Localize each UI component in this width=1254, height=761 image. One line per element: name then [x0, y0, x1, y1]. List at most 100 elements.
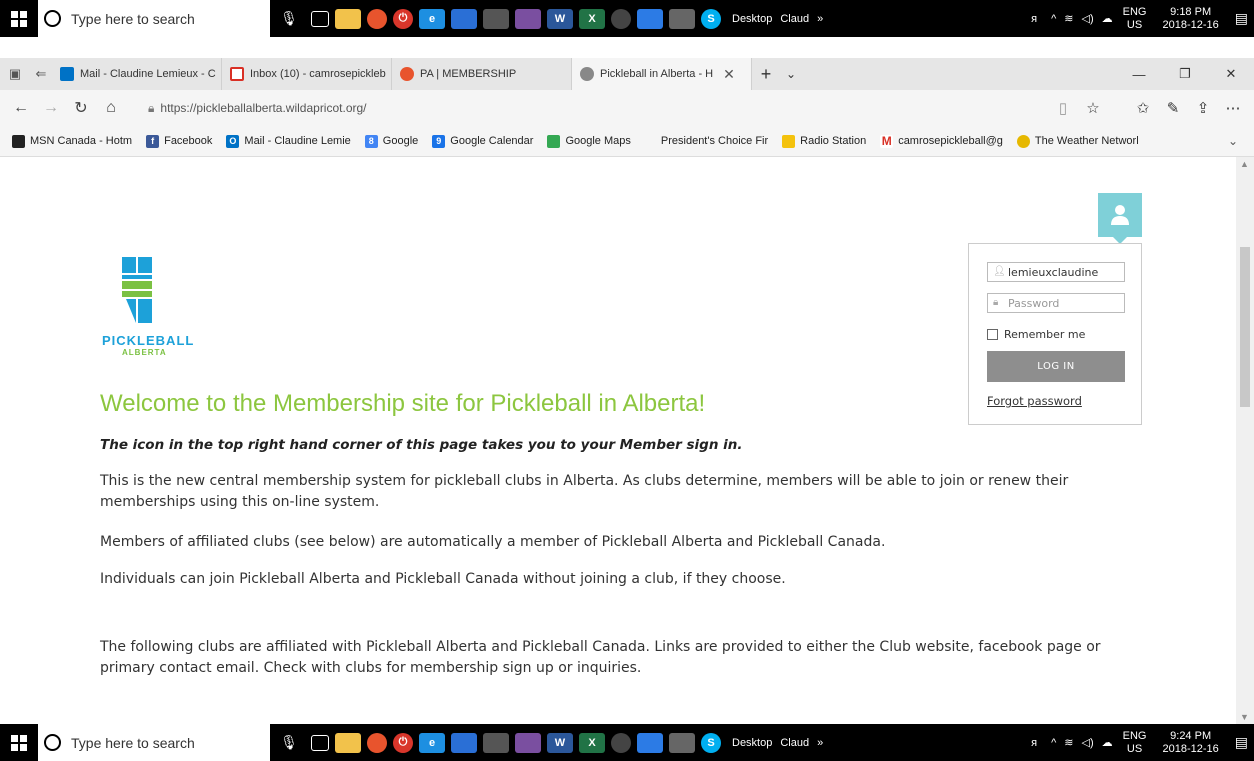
power-app-icon[interactable]: ⏻	[393, 732, 413, 753]
media-player-icon[interactable]	[611, 732, 631, 753]
forward-icon[interactable]: →	[36, 99, 66, 117]
file-explorer-icon[interactable]	[335, 732, 361, 753]
fav-google-calendar[interactable]: 9 Google Calendar	[432, 134, 533, 148]
close-window-icon[interactable]: ✕	[1208, 58, 1254, 90]
scroll-up-icon[interactable]: ▲	[1240, 159, 1249, 169]
remember-me[interactable]: Remember me	[987, 328, 1085, 341]
taskbar-clock[interactable]: 9:24 PM 2018-12-16	[1162, 730, 1218, 756]
scroll-down-icon[interactable]: ▼	[1240, 712, 1249, 722]
page-scrollbar[interactable]: ▲ ▼	[1236, 157, 1254, 724]
share-icon[interactable]: ⇪	[1188, 99, 1218, 117]
tab-preview-chevron-icon[interactable]: ⌄	[780, 67, 802, 81]
windows-start-button[interactable]	[0, 724, 38, 761]
tab-mail[interactable]: Mail - Claudine Lemieux - C	[52, 58, 222, 90]
task-view-icon[interactable]	[311, 10, 329, 27]
minimize-icon[interactable]: —	[1116, 58, 1162, 90]
fav-radio-station[interactable]: Radio Station	[782, 134, 866, 148]
desktop-toolbar-label[interactable]: Desktop	[732, 737, 772, 749]
cloud-icon[interactable]: ☁	[1102, 736, 1113, 749]
app-icon[interactable]	[637, 732, 663, 753]
language-indicator[interactable]: ENG US	[1123, 730, 1147, 756]
home-icon[interactable]: ⌂	[96, 99, 126, 117]
volume-icon[interactable]: ◁)	[1082, 736, 1094, 749]
fav-presidents-choice[interactable]: President's Choice Fir	[661, 135, 768, 147]
fav-google[interactable]: 8 Google	[364, 134, 418, 148]
chevron-up-icon[interactable]: ^	[1051, 737, 1056, 749]
taskbar-search-box[interactable]: Type here to search	[38, 0, 270, 37]
fav-facebook[interactable]: f Facebook	[146, 134, 212, 148]
taskbar-search-box[interactable]: Type here to search	[38, 724, 270, 761]
volume-icon[interactable]: ◁)	[1082, 12, 1094, 25]
url-field[interactable]: 🔒︎ https://pickleballalberta.wildapricot…	[148, 95, 948, 121]
word-icon[interactable]: W	[547, 8, 573, 29]
favorites-hub-icon[interactable]: ✩	[1128, 99, 1158, 117]
chrome-icon[interactable]	[367, 8, 387, 29]
edge-icon[interactable]: e	[419, 8, 445, 29]
tab-pickleball-alberta[interactable]: Pickleball in Alberta - H ✕	[572, 58, 752, 90]
hat-app-icon[interactable]	[669, 8, 695, 29]
favorite-star-icon[interactable]: ☆	[1078, 99, 1108, 117]
store-icon[interactable]	[483, 8, 509, 29]
chrome-icon[interactable]	[367, 732, 387, 753]
language-indicator[interactable]: ENG US	[1123, 6, 1147, 32]
power-app-icon[interactable]: ⏻	[393, 8, 413, 29]
file-explorer-icon[interactable]	[335, 8, 361, 29]
login-button[interactable]: LOG IN	[987, 351, 1125, 382]
more-options-icon[interactable]: ⋯	[1218, 99, 1248, 117]
scrollbar-thumb[interactable]	[1240, 247, 1250, 407]
paint-icon[interactable]	[515, 8, 541, 29]
fav-google-maps[interactable]: Google Maps	[547, 134, 631, 148]
wifi-icon[interactable]: ≋	[1064, 12, 1073, 25]
fav-mail[interactable]: O Mail - Claudine Lemie	[226, 134, 351, 148]
windows-start-button[interactable]	[0, 0, 38, 37]
tab-membership[interactable]: PA | MEMBERSHIP	[392, 58, 572, 90]
notifications-icon[interactable]: ▤	[1235, 10, 1248, 27]
forgot-password-link[interactable]: Forgot password	[987, 394, 1082, 408]
app-icon[interactable]	[637, 8, 663, 29]
username-field[interactable]: 👤︎ lemieuxclaudine	[987, 262, 1125, 282]
toolbar-more[interactable]: »	[817, 13, 823, 25]
member-login-toggle[interactable]	[1098, 193, 1142, 244]
desktop-toolbar-label[interactable]: Desktop	[732, 13, 772, 25]
excel-icon[interactable]: X	[579, 732, 605, 753]
taskbar-clock[interactable]: 9:18 PM 2018-12-16	[1162, 6, 1218, 32]
tab-restore-icon[interactable]: ⇐	[30, 66, 52, 82]
user-toolbar-label[interactable]: Claud	[780, 13, 809, 25]
reading-view-icon[interactable]: ▯	[1048, 99, 1078, 117]
people-icon[interactable]: ᴙ	[1031, 13, 1037, 25]
back-icon[interactable]: ←	[6, 99, 36, 117]
wifi-icon[interactable]: ≋	[1064, 736, 1073, 749]
fav-weather-network[interactable]: The Weather Networl	[1016, 134, 1139, 148]
skype-icon[interactable]: S	[701, 8, 721, 29]
microphone-icon[interactable]: 🎙	[270, 734, 308, 751]
skype-icon[interactable]: S	[701, 732, 721, 753]
restore-icon[interactable]: ❐	[1162, 58, 1208, 90]
fav-msn[interactable]: MSN Canada - Hotm	[12, 134, 132, 148]
hat-app-icon[interactable]	[669, 732, 695, 753]
store-icon[interactable]	[483, 732, 509, 753]
cloud-icon[interactable]: ☁	[1102, 12, 1113, 25]
remember-me-checkbox[interactable]	[987, 329, 998, 340]
calculator-icon[interactable]	[451, 8, 477, 29]
task-view-icon[interactable]	[311, 734, 329, 751]
notifications-icon[interactable]: ▤	[1235, 734, 1248, 751]
fav-camrose-gmail[interactable]: M camrosepickleball@g	[880, 134, 1003, 148]
tab-set-aside-icon[interactable]: ▣	[4, 66, 26, 82]
media-player-icon[interactable]	[611, 8, 631, 29]
refresh-icon[interactable]: ↻	[66, 98, 96, 118]
close-tab-icon[interactable]: ✕	[723, 66, 735, 83]
new-tab-icon[interactable]: +	[752, 64, 780, 85]
toolbar-more[interactable]: »	[817, 737, 823, 749]
tab-inbox[interactable]: Inbox (10) - camrosepickleb	[222, 58, 392, 90]
microphone-icon[interactable]: 🎙	[270, 10, 308, 27]
favorites-chevron-icon[interactable]: ⌄	[1228, 134, 1238, 148]
password-field[interactable]: 🔒︎ Password	[987, 293, 1125, 313]
edge-icon[interactable]: e	[419, 732, 445, 753]
people-icon[interactable]: ᴙ	[1031, 737, 1037, 749]
word-icon[interactable]: W	[547, 732, 573, 753]
pen-icon[interactable]: ✎	[1158, 99, 1188, 117]
chevron-up-icon[interactable]: ^	[1051, 13, 1056, 25]
calculator-icon[interactable]	[451, 732, 477, 753]
excel-icon[interactable]: X	[579, 8, 605, 29]
paint-icon[interactable]	[515, 732, 541, 753]
